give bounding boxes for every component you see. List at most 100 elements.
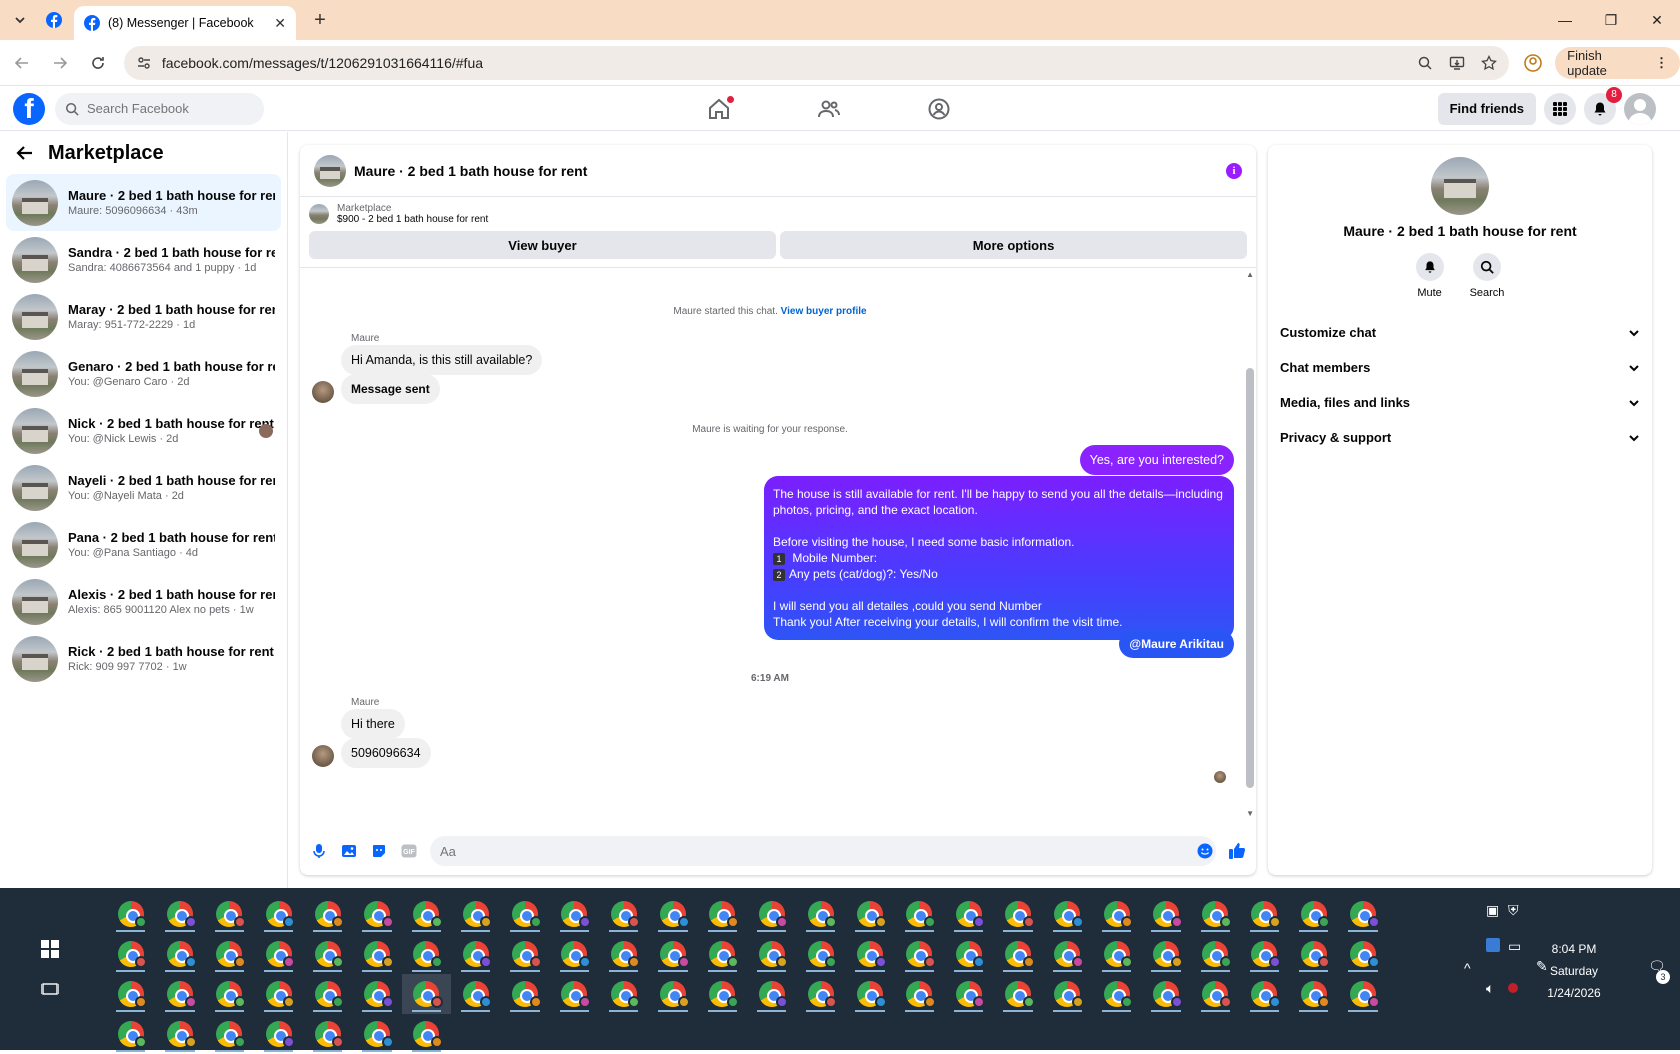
chrome-window-button[interactable] bbox=[303, 974, 352, 1014]
conversation-item[interactable]: Genaro · 2 bed 1 bath house for rent You:… bbox=[6, 345, 281, 402]
chrome-window-button[interactable] bbox=[451, 934, 500, 974]
security-shield-icon[interactable]: ⛨ bbox=[1508, 902, 1519, 919]
antivirus-icon[interactable] bbox=[1508, 983, 1518, 993]
install-app-icon[interactable] bbox=[1449, 55, 1465, 71]
chrome-window-button[interactable] bbox=[500, 974, 549, 1014]
conversation-item[interactable]: Rick · 2 bed 1 bath house for rent Rick: … bbox=[6, 630, 281, 687]
conversation-item[interactable]: Sandra · 2 bed 1 bath house for rent Sand… bbox=[6, 231, 281, 288]
privacy-support-section[interactable]: Privacy & support bbox=[1268, 420, 1652, 455]
chrome-window-button[interactable] bbox=[451, 974, 500, 1014]
chrome-window-button[interactable] bbox=[1240, 934, 1289, 974]
gif-icon[interactable]: GIF bbox=[400, 842, 418, 860]
chrome-window-button[interactable] bbox=[106, 974, 155, 1014]
chrome-window-button[interactable] bbox=[205, 1014, 254, 1054]
chrome-window-button[interactable] bbox=[205, 934, 254, 974]
chrome-window-button[interactable] bbox=[895, 894, 944, 934]
chrome-window-button[interactable] bbox=[648, 894, 697, 934]
chrome-window-button[interactable] bbox=[352, 894, 401, 934]
account-avatar[interactable] bbox=[1624, 92, 1656, 125]
chrome-window-button[interactable] bbox=[303, 1014, 352, 1054]
chrome-window-button[interactable] bbox=[402, 934, 451, 974]
chrome-window-button[interactable] bbox=[599, 974, 648, 1014]
chrome-window-button[interactable] bbox=[1240, 974, 1289, 1014]
new-tab-button[interactable]: + bbox=[304, 4, 336, 36]
chrome-window-button[interactable] bbox=[500, 894, 549, 934]
chrome-window-button[interactable] bbox=[352, 974, 401, 1014]
incoming-message[interactable]: Hi Amanda, is this still available? bbox=[341, 345, 543, 375]
chrome-window-button[interactable] bbox=[106, 894, 155, 934]
close-window-icon[interactable]: ✕ bbox=[1634, 0, 1680, 40]
microphone-icon[interactable] bbox=[310, 842, 328, 860]
minimize-icon[interactable]: — bbox=[1542, 0, 1588, 40]
chrome-window-button[interactable] bbox=[550, 934, 599, 974]
meet-now-icon[interactable]: ▣ bbox=[1486, 902, 1499, 919]
outgoing-mention[interactable]: @Maure Arikitau bbox=[1119, 630, 1234, 658]
clock[interactable]: 8:04 PM Saturday 1/24/2026 bbox=[1524, 938, 1624, 1004]
chrome-window-button[interactable] bbox=[155, 894, 204, 934]
view-buyer-button[interactable]: View buyer bbox=[309, 231, 776, 259]
conversation-item[interactable]: Nayeli · 2 bed 1 bath house for rent You:… bbox=[6, 459, 281, 516]
conversation-item[interactable]: Pana · 2 bed 1 bath house for rent You: @… bbox=[6, 516, 281, 573]
chrome-window-button[interactable] bbox=[500, 934, 549, 974]
conversation-item[interactable]: Alexis · 2 bed 1 bath house for rent Alex… bbox=[6, 573, 281, 630]
chrome-window-button[interactable] bbox=[1240, 894, 1289, 934]
chat-title[interactable]: Maure · 2 bed 1 bath house for rent bbox=[354, 163, 1218, 179]
chrome-window-button[interactable] bbox=[352, 934, 401, 974]
chrome-window-button[interactable] bbox=[845, 974, 894, 1014]
photo-icon[interactable] bbox=[340, 842, 358, 860]
chrome-window-button[interactable] bbox=[1289, 894, 1338, 934]
chrome-window-button[interactable] bbox=[1141, 894, 1190, 934]
volume-icon[interactable]: 🔈︎ bbox=[1486, 980, 1494, 997]
chrome-window-button[interactable] bbox=[698, 894, 747, 934]
outgoing-message-long[interactable]: The house is still available for rent. I… bbox=[764, 476, 1234, 640]
chrome-window-button[interactable] bbox=[1338, 894, 1387, 934]
thread-scrollbar[interactable]: ▲ ▼ bbox=[1244, 268, 1256, 818]
chrome-window-button[interactable] bbox=[599, 934, 648, 974]
onedrive-icon[interactable] bbox=[1486, 938, 1500, 952]
sender-avatar[interactable] bbox=[312, 745, 334, 767]
chrome-window-button[interactable] bbox=[205, 974, 254, 1014]
conversation-item[interactable]: Nick · 2 bed 1 bath house for rent You: @… bbox=[6, 402, 281, 459]
network-icon[interactable]: ▭ bbox=[1508, 938, 1521, 955]
chrome-window-button[interactable] bbox=[993, 894, 1042, 934]
chat-avatar[interactable] bbox=[314, 154, 346, 187]
emoji-icon[interactable] bbox=[1196, 842, 1214, 860]
message-input[interactable] bbox=[430, 836, 1216, 866]
chrome-window-button[interactable] bbox=[1092, 974, 1141, 1014]
close-tab-icon[interactable]: ✕ bbox=[274, 15, 286, 32]
chevron-up-icon[interactable]: ^ bbox=[1464, 960, 1471, 976]
find-friends-button[interactable]: Find friends bbox=[1437, 92, 1536, 125]
chrome-window-button[interactable] bbox=[352, 1014, 401, 1054]
chrome-window-button[interactable] bbox=[1191, 934, 1240, 974]
back-button[interactable] bbox=[6, 47, 38, 79]
incoming-message[interactable]: Message sent bbox=[341, 374, 440, 404]
marketplace-listing[interactable]: Marketplace $900 - 2 bed 1 bath house fo… bbox=[300, 197, 1256, 225]
chrome-window-button[interactable] bbox=[1338, 974, 1387, 1014]
chrome-window-button[interactable] bbox=[747, 974, 796, 1014]
chrome-profile-icon[interactable] bbox=[1521, 51, 1545, 75]
chrome-window-button[interactable] bbox=[599, 894, 648, 934]
back-arrow-icon[interactable] bbox=[16, 144, 34, 162]
address-bar[interactable]: facebook.com/messages/t/1206291031664116… bbox=[123, 45, 1510, 80]
sticker-icon[interactable] bbox=[370, 842, 388, 860]
facebook-logo[interactable]: f bbox=[13, 92, 45, 125]
chat-members-section[interactable]: Chat members bbox=[1268, 350, 1652, 385]
chrome-window-button[interactable] bbox=[303, 894, 352, 934]
restore-icon[interactable]: ❐ bbox=[1588, 0, 1634, 40]
finish-update-button[interactable]: Finish update ⋮ bbox=[1555, 46, 1680, 79]
chrome-window-button[interactable] bbox=[451, 894, 500, 934]
sender-avatar[interactable] bbox=[312, 381, 334, 403]
chrome-window-button[interactable] bbox=[106, 934, 155, 974]
chrome-window-button[interactable] bbox=[648, 934, 697, 974]
chrome-window-button[interactable] bbox=[254, 974, 303, 1014]
chrome-window-button[interactable] bbox=[648, 974, 697, 1014]
chrome-window-button[interactable] bbox=[1338, 934, 1387, 974]
outgoing-message[interactable]: Yes, are you interested? bbox=[1079, 445, 1234, 475]
scroll-thumb[interactable] bbox=[1246, 368, 1254, 788]
incoming-message[interactable]: Hi there bbox=[341, 709, 405, 739]
chrome-window-button[interactable] bbox=[698, 974, 747, 1014]
chrome-window-button[interactable] bbox=[845, 934, 894, 974]
listing-thumbnail[interactable] bbox=[1431, 157, 1489, 215]
chrome-window-button[interactable] bbox=[944, 974, 993, 1014]
chrome-window-button[interactable] bbox=[747, 894, 796, 934]
